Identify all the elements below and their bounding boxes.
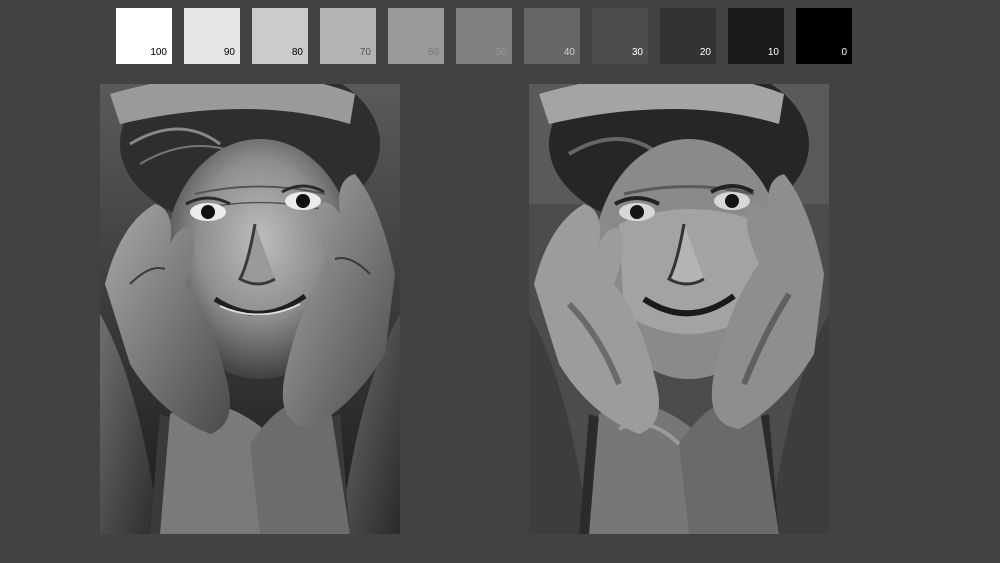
value-swatch-70: 70 <box>320 8 376 64</box>
value-swatch-30: 30 <box>592 8 648 64</box>
value-swatch-10: 10 <box>728 8 784 64</box>
reference-photo-image <box>100 84 400 534</box>
value-swatch-label: 30 <box>631 47 643 58</box>
painted-study <box>529 84 829 534</box>
value-swatch-label: 90 <box>223 47 235 58</box>
value-swatch-label: 60 <box>427 47 439 58</box>
value-swatch-label: 80 <box>291 47 303 58</box>
value-swatch-20: 20 <box>660 8 716 64</box>
value-swatch-50: 50 <box>456 8 512 64</box>
value-swatch-80: 80 <box>252 8 308 64</box>
value-scale: 100 90 80 70 60 50 40 30 20 10 0 <box>116 8 852 64</box>
value-swatch-40: 40 <box>524 8 580 64</box>
value-swatch-label: 0 <box>841 47 847 58</box>
value-swatch-100: 100 <box>116 8 172 64</box>
value-swatch-0: 0 <box>796 8 852 64</box>
value-swatch-label: 10 <box>767 47 779 58</box>
value-swatch-label: 50 <box>495 47 507 58</box>
value-swatch-60: 60 <box>388 8 444 64</box>
value-swatch-label: 100 <box>150 47 167 58</box>
value-swatch-label: 40 <box>563 47 575 58</box>
value-swatch-90: 90 <box>184 8 240 64</box>
value-swatch-label: 70 <box>359 47 371 58</box>
value-swatch-label: 20 <box>699 47 711 58</box>
painted-study-image <box>529 84 829 534</box>
reference-photo <box>100 84 400 534</box>
